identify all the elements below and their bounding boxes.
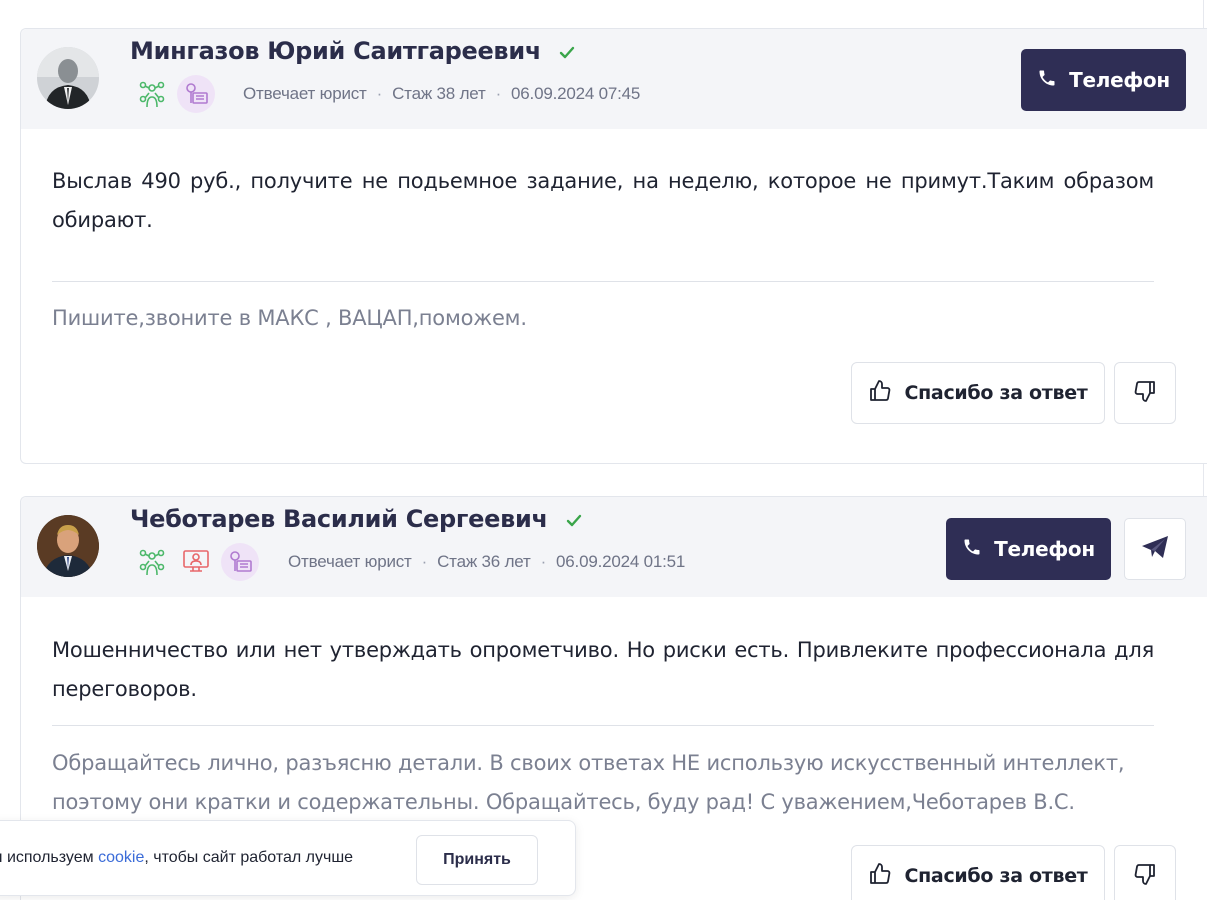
answer-card: Мингазов Юрий Саитгареевич Отвечает юрис… xyxy=(20,28,1207,464)
answer-meta: Отвечает юрист · Стаж 38 лет · 06.09.2024 07… xyxy=(243,84,640,104)
thanks-button-label: Спасибо за ответ xyxy=(904,865,1088,887)
meta-separator: · xyxy=(495,84,502,103)
answer-role: Отвечает юрист xyxy=(243,84,367,103)
telegram-button[interactable] xyxy=(1124,518,1186,580)
phone-icon xyxy=(962,537,982,562)
certificate-badge-icon[interactable] xyxy=(221,543,259,581)
cookie-text-start: ы используем xyxy=(0,849,99,866)
meta-separator: · xyxy=(540,552,547,571)
answer-datetime: 06.09.2024 01:51 xyxy=(556,552,686,571)
answer-experience: Стаж 36 лет xyxy=(437,552,531,571)
cookie-policy-link[interactable]: cookie xyxy=(98,849,144,866)
phone-button-label: Телефон xyxy=(994,537,1095,561)
lawyer-avatar[interactable] xyxy=(37,515,99,577)
phone-button[interactable]: Телефон xyxy=(1021,49,1186,111)
answer-role: Отвечает юрист xyxy=(288,552,412,571)
dislike-button[interactable] xyxy=(1114,362,1176,424)
phone-button-label: Телефон xyxy=(1069,68,1170,92)
network-badge-icon[interactable] xyxy=(133,75,171,113)
lawyer-name[interactable]: Мингазов Юрий Саитгареевич xyxy=(130,37,575,66)
lawyer-badges xyxy=(133,75,215,113)
phone-button[interactable]: Телефон xyxy=(946,518,1111,580)
lawyer-avatar[interactable] xyxy=(37,47,99,109)
cookie-notice-text: ы используем cookie, чтобы сайт работал … xyxy=(0,849,353,867)
answer-text: Выслав 490 руб., получите не подьемное з… xyxy=(52,169,1154,232)
lawyer-name-text[interactable]: Чеботарев Василий Сергеевич xyxy=(130,505,548,533)
answer-text: Мошенничество или нет утверждать опромет… xyxy=(52,638,1154,701)
lawyer-signature: Пишите,звоните в МАКС , ВАЦАП,поможем. xyxy=(52,306,527,330)
cookie-banner: ы используем cookie, чтобы сайт работал … xyxy=(0,820,576,896)
thumbs-up-icon xyxy=(868,379,892,408)
answer-experience: Стаж 38 лет xyxy=(392,84,486,103)
answer-header: Чеботарев Василий Сергеевич Отвечает юри… xyxy=(21,497,1207,597)
divider xyxy=(52,725,1154,726)
meta-separator: · xyxy=(421,552,428,571)
thumbs-down-icon xyxy=(1133,862,1157,891)
answer-meta: Отвечает юрист · Стаж 36 лет · 06.09.2024 01… xyxy=(288,552,685,572)
verified-check-icon xyxy=(559,38,575,66)
thumbs-up-icon xyxy=(868,862,892,891)
lawyer-signature: Обращайтесь лично, разъясню детали. В св… xyxy=(52,751,1125,814)
meta-separator: · xyxy=(376,84,383,103)
cookie-text-end: , чтобы сайт работал лучше xyxy=(144,849,354,866)
answer-datetime: 06.09.2024 07:45 xyxy=(511,84,641,103)
thanks-button[interactable]: Спасибо за ответ xyxy=(851,845,1105,900)
thanks-button[interactable]: Спасибо за ответ xyxy=(851,362,1105,424)
verified-check-icon xyxy=(566,506,582,534)
network-badge-icon[interactable] xyxy=(133,543,171,581)
lawyer-badges xyxy=(133,543,259,581)
thanks-button-label: Спасибо за ответ xyxy=(904,382,1088,404)
answer-header: Мингазов Юрий Саитгареевич Отвечает юрис… xyxy=(21,29,1207,129)
thumbs-down-icon xyxy=(1133,379,1157,408)
accept-cookies-button[interactable]: Принять xyxy=(416,835,538,885)
phone-icon xyxy=(1037,68,1057,93)
dislike-button[interactable] xyxy=(1114,845,1176,900)
certificate-badge-icon[interactable] xyxy=(177,75,215,113)
divider xyxy=(52,281,1154,282)
online-consultant-badge-icon[interactable] xyxy=(177,543,215,581)
lawyer-name[interactable]: Чеботарев Василий Сергеевич xyxy=(130,505,582,534)
paper-plane-icon xyxy=(1141,535,1169,564)
lawyer-name-text[interactable]: Мингазов Юрий Саитгареевич xyxy=(130,37,541,65)
